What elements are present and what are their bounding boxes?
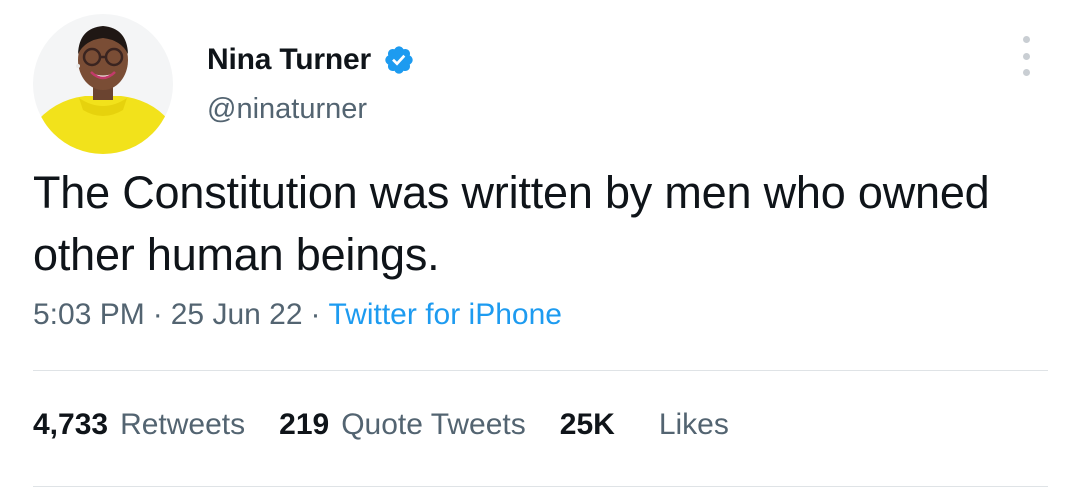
more-options-icon[interactable] xyxy=(1014,36,1038,76)
quote-tweets-label: Quote Tweets xyxy=(341,408,526,441)
likes-count: 25K xyxy=(559,408,615,441)
tweet-source-link[interactable]: Twitter for iPhone xyxy=(329,298,562,331)
retweets-label: Retweets xyxy=(120,408,246,441)
more-dot xyxy=(1022,36,1030,43)
tweet-text: The Constitution was written by men who … xyxy=(33,167,990,280)
likes-stat[interactable]: 25K Likes xyxy=(560,408,729,442)
divider xyxy=(33,486,1048,487)
tweet-meta: 5:03 PM · 25 Jun 22 · Twitter for iPhone xyxy=(33,298,562,332)
profile-photo-icon xyxy=(33,14,173,154)
meta-separator: · xyxy=(310,298,321,331)
quote-tweets-stat[interactable]: 219 Quote Tweets xyxy=(279,408,526,442)
author-display-name[interactable]: Nina Turner xyxy=(207,43,371,77)
meta-separator: · xyxy=(152,298,163,331)
avatar[interactable] xyxy=(33,14,173,154)
verified-badge-icon xyxy=(383,44,415,76)
more-dot xyxy=(1022,52,1030,60)
author-name-row: Nina Turner xyxy=(207,40,415,80)
tweet-time[interactable]: 5:03 PM xyxy=(33,298,145,331)
tweet-date[interactable]: 25 Jun 22 xyxy=(171,298,303,331)
divider xyxy=(33,370,1048,371)
retweets-count: 4,733 xyxy=(33,408,109,441)
quote-tweets-count: 219 xyxy=(279,408,330,441)
more-dot xyxy=(1022,69,1030,76)
likes-label: Likes xyxy=(658,408,729,441)
author-handle[interactable]: @ninaturner xyxy=(207,93,367,126)
engagement-stats: 4,733 Retweets 219 Quote Tweets 25K Like… xyxy=(33,408,729,442)
retweets-stat[interactable]: 4,733 Retweets xyxy=(33,408,245,442)
